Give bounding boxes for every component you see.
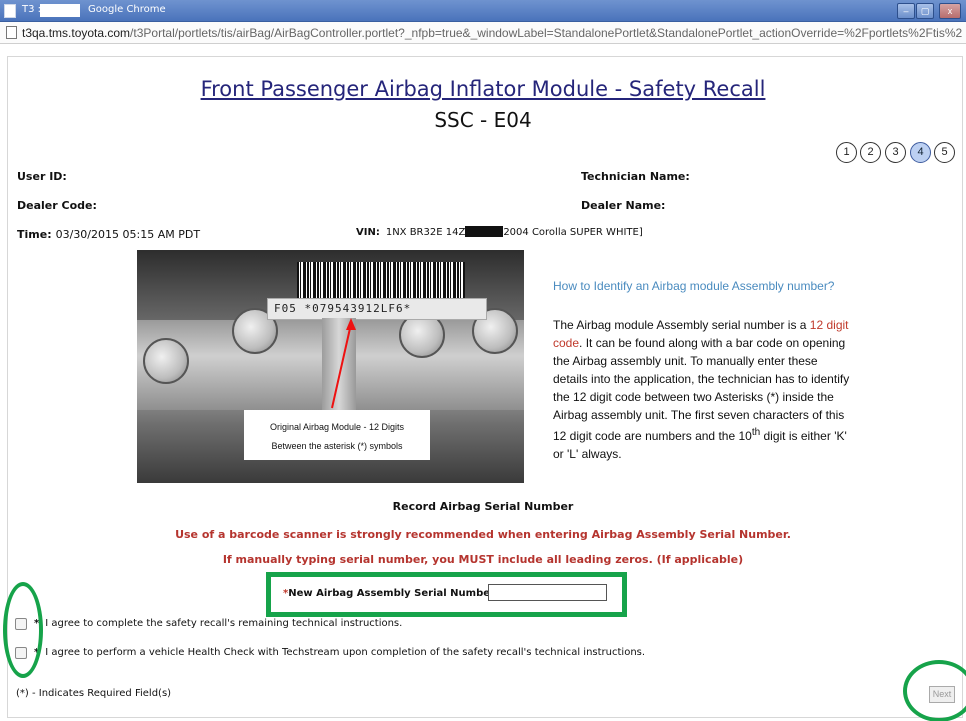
step-5: 5 [934, 142, 955, 163]
document-icon [6, 26, 17, 39]
info-question: How to Identify an Airbag module Assembl… [553, 279, 835, 293]
user-id-label: User ID: [17, 170, 67, 183]
step-4-active: 4 [910, 142, 931, 163]
address-bar[interactable]: t3qa.tms.toyota.com/t3Portal/portlets/ti… [0, 22, 966, 44]
time-field: Time: 03/30/2015 05:15 AM PDT [17, 228, 201, 241]
step-2: 2 [860, 142, 881, 163]
serial-number-label: *New Airbag Assembly Serial Number: [283, 588, 499, 599]
page-subtitle: SSC - E04 [434, 108, 532, 132]
info-paragraph: The Airbag module Assembly serial number… [553, 318, 850, 461]
record-serial-heading: Record Airbag Serial Number [392, 500, 574, 513]
airbag-module-photo: F05 *079543912LF6* Original Airbag Modul… [137, 250, 524, 483]
redacted-title [40, 4, 80, 17]
window-page-icon [4, 4, 16, 18]
next-button-highlight [903, 660, 966, 721]
vin-field: VIN: 1NX BR32E 14Z 2004 Corolla SUPER WHIT… [356, 226, 643, 238]
window-titlebar: T3 : Google Chrome – ▢ x [0, 0, 966, 22]
agree-instructions-label: * I agree to complete the safety recall's… [34, 618, 403, 629]
page-title[interactable]: Front Passenger Airbag Inflator Module -… [0, 77, 966, 101]
window-app-name: Google Chrome [88, 4, 166, 15]
agree-health-check-label: * I agree to perform a vehicle Health Che… [34, 647, 646, 658]
photo-callout: Original Airbag Module - 12 Digits Betwe… [244, 410, 430, 460]
url-text[interactable]: t3qa.tms.toyota.com/t3Portal/portlets/ti… [22, 26, 962, 40]
step-1: 1 [836, 142, 857, 163]
time-value: 03/30/2015 05:15 AM PDT [55, 228, 201, 241]
maximize-button[interactable]: ▢ [916, 3, 934, 19]
leading-zeros-warning: If manually typing serial number, you MU… [222, 553, 744, 566]
step-3: 3 [885, 142, 906, 163]
close-button[interactable]: x [939, 3, 961, 19]
technician-name-label: Technician Name: [581, 170, 690, 183]
dealer-code-label: Dealer Code: [17, 199, 97, 212]
required-field-note: (*) - Indicates Required Field(s) [16, 688, 172, 699]
window-title-prefix: T3 : [22, 4, 42, 15]
dealer-name-label: Dealer Name: [581, 199, 666, 212]
minimize-button[interactable]: – [897, 3, 915, 19]
barcode-warning: Use of a barcode scanner is strongly rec… [175, 528, 791, 541]
checkbox-highlight [3, 582, 43, 678]
vin-redacted [465, 226, 504, 237]
serial-number-input[interactable] [488, 584, 607, 601]
